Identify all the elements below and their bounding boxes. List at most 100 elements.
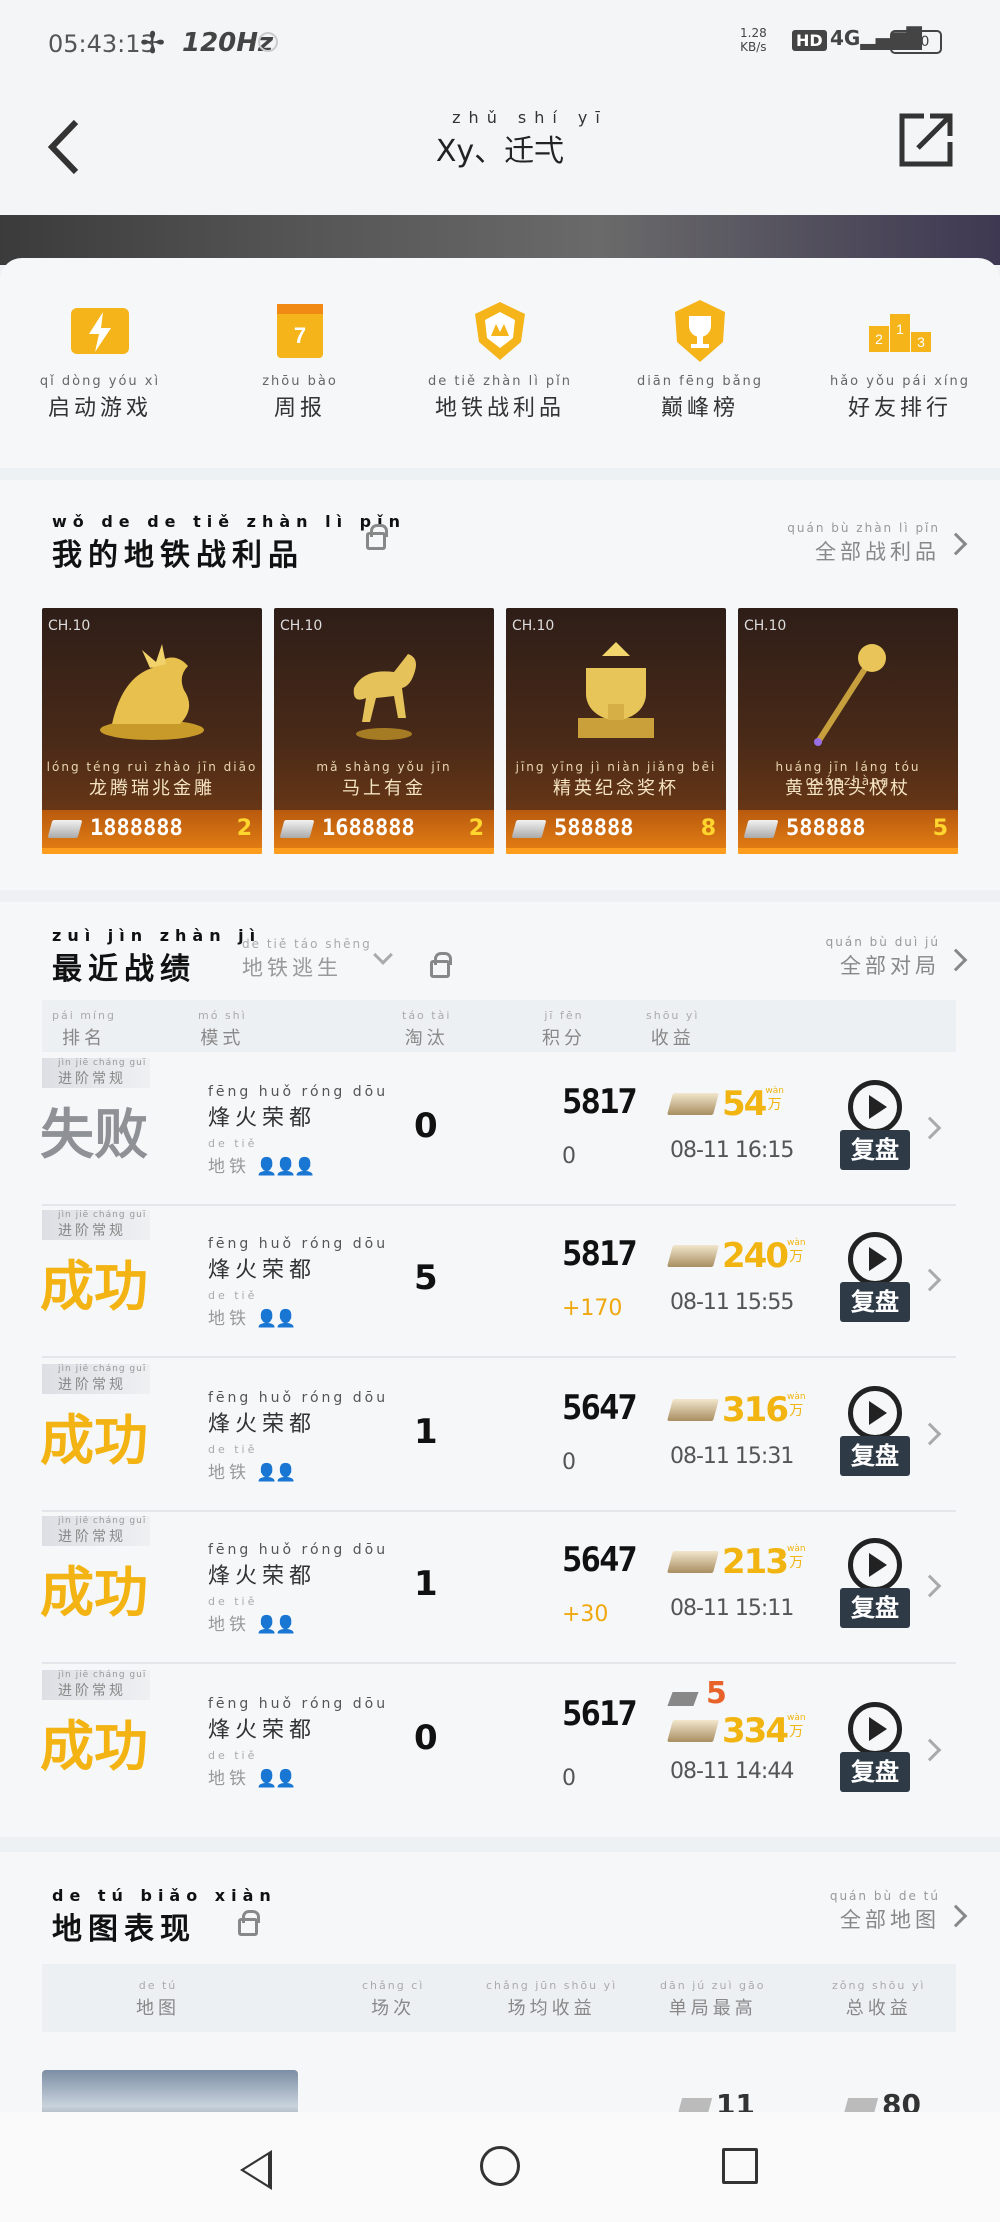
loot-price-bar: 588888 5 [738, 810, 958, 854]
replay-label: 复盘 [840, 1282, 910, 1322]
match-mode-name: 烽火荣都 [208, 1718, 317, 1743]
loot-price: 1888888 [90, 816, 183, 841]
chevron-right-icon[interactable] [944, 532, 968, 556]
match-submode-label: 地铁 [208, 1769, 250, 1789]
quick-actions: qǐ dòng yóu xì 启动游戏 7 zhōu bào 周报 de tiě zhàn… [0, 258, 1000, 468]
replay-button[interactable]: 复盘 [840, 1538, 912, 1634]
earnings-unit-label: 万 [789, 1555, 804, 1571]
loot-name: 精英纪念奖杯 [553, 778, 679, 799]
match-row[interactable]: jìn jiē cháng guī 进阶常规 成功 fēng huǒ róng dōu… [40, 1512, 956, 1664]
match-tag: jìn jiē cháng guī 进阶常规 [42, 1364, 150, 1394]
svg-text:3: 3 [917, 334, 925, 350]
chevron-right-icon[interactable] [918, 1268, 942, 1292]
match-earnings: 316 wàn 万 08-11 15:31 [667, 1390, 806, 1469]
all-loot-link[interactable]: quán bù zhàn lì pǐn 全部战利品 [787, 520, 940, 566]
battery-icon: 100 [890, 30, 942, 54]
nav-home-icon[interactable] [480, 2146, 520, 2186]
chevron-down-icon[interactable] [373, 945, 393, 965]
match-eliminations: 0 [414, 1718, 438, 1758]
silver-ingot-icon [743, 820, 779, 838]
record-table-header: pái míng 排名 mó shì 模式 táo tài 淘汰 jī fēn 积分 shōu … [42, 1000, 956, 1052]
match-tag-label: 进阶常规 [58, 1071, 126, 1087]
earnings-unit-label: 万 [789, 1724, 804, 1740]
mode-filter[interactable]: de tiě táo shēng 地铁逃生 [242, 936, 372, 982]
match-eliminations: 0 [414, 1106, 438, 1146]
chevron-right-icon[interactable] [944, 948, 968, 972]
quick-action-pinyin: diān fēng bǎng [636, 374, 764, 389]
quick-action-podium[interactable]: 2 1 3 hǎo yǒu pái xíng 好友排行 [800, 298, 1000, 422]
all-maps-link[interactable]: quán bù de tú 全部地图 [830, 1888, 940, 1934]
earnings-line: 334 wàn 万 [667, 1711, 806, 1751]
earnings-unit: wàn 万 [787, 1711, 806, 1739]
quick-action-label: 好友排行 [847, 396, 952, 421]
match-earnings: 54 wàn 万 08-11 16:15 [667, 1084, 794, 1163]
loot-card[interactable]: CH.10 jīng yīng jì niàn jiǎng bēi 精英纪念奖杯 58… [506, 608, 726, 854]
replay-button[interactable]: 复盘 [840, 1702, 912, 1798]
loot-count: 2 [468, 816, 484, 841]
column-header-label: 收益 [650, 1028, 695, 1049]
chevron-right-icon[interactable] [918, 1574, 942, 1598]
play-icon [848, 1232, 902, 1286]
loot-card[interactable]: CH.10 huáng jīn láng tóu quánzhàng 黄金狼头权杖 5… [738, 608, 958, 854]
loot-price: 588888 [786, 816, 866, 841]
loot-card[interactable]: CH.10 lóng téng ruì zhào jīn diāo 龙腾瑞兆金雕 18… [42, 608, 262, 854]
replay-label: 复盘 [840, 1752, 910, 1792]
earnings-amount: 316 [722, 1390, 789, 1430]
match-row[interactable]: jìn jiē cháng guī 进阶常规 成功 fēng huǒ róng dōu… [40, 1206, 956, 1358]
share-icon[interactable] [896, 110, 956, 170]
silver-ingot-icon [47, 820, 83, 838]
all-matches-link[interactable]: quán bù duì jú 全部对局 [826, 934, 940, 980]
column-header-pinyin: jī fēn [544, 1009, 584, 1022]
match-result: 成功 [40, 1715, 148, 1778]
match-row[interactable]: jìn jiē cháng guī 进阶常规 成功 fēng huǒ róng dōu… [40, 1360, 956, 1512]
silver-ingot-icon [511, 820, 547, 838]
column-header: de tú 地图 [136, 1978, 180, 2020]
lock-icon[interactable] [430, 952, 452, 978]
loot-name: 龙腾瑞兆金雕 [89, 778, 215, 799]
replay-button[interactable]: 复盘 [840, 1232, 912, 1328]
chapter-label: CH.10 [280, 618, 323, 634]
replay-button[interactable]: 复盘 [840, 1386, 912, 1482]
match-eliminations: 1 [414, 1564, 438, 1604]
column-header-pinyin: táo tài [402, 1009, 452, 1022]
quick-action-lightning[interactable]: qǐ dòng yóu xì 启动游戏 [0, 298, 200, 422]
lightning-icon [65, 298, 135, 364]
earnings-line: 316 wàn 万 [667, 1390, 806, 1430]
match-submode: de tiě 地铁 👤👤👤 [208, 1136, 388, 1177]
earnings-line: 240 wàn 万 [667, 1236, 806, 1276]
earnings-unit-pinyin: wàn [786, 1713, 806, 1723]
loot-name-pinyin: lóng téng ruì zhào jīn diāo [46, 760, 258, 774]
quick-action-badge[interactable]: de tiě zhàn lì pǐn 地铁战利品 [400, 298, 600, 422]
replay-button[interactable]: 复盘 [840, 1080, 912, 1176]
lock-icon[interactable] [238, 1910, 260, 1936]
quick-action-trophy[interactable]: diān fēng bǎng 巅峰榜 [600, 298, 800, 422]
match-score: 5617 [562, 1694, 638, 1734]
match-row[interactable]: jìn jiē cháng guī 进阶常规 成功 fēng huǒ róng dōu… [40, 1666, 956, 1830]
match-row[interactable]: jìn jiē cháng guī 进阶常规 失败 fēng huǒ róng dōu… [40, 1054, 956, 1206]
nav-recents-icon[interactable] [722, 2148, 758, 2184]
match-mode-pinyin: fēng huǒ róng dōu [208, 1236, 389, 1252]
chevron-right-icon[interactable] [918, 1422, 942, 1446]
match-score: 5817 [562, 1234, 638, 1274]
earnings-unit-pinyin: wàn [765, 1086, 784, 1096]
chapter-label: CH.10 [744, 618, 787, 634]
quick-action-calendar[interactable]: 7 zhōu bào 周报 [200, 298, 400, 422]
match-tag-label: 进阶常规 [58, 1529, 126, 1545]
loot-card[interactable]: CH.10 mǎ shàng yǒu jīn 马上有金 1688888 2 [274, 608, 494, 854]
match-datetime: 08-11 16:15 [670, 1138, 794, 1163]
chevron-right-icon[interactable] [918, 1116, 942, 1140]
nav-back-icon[interactable] [240, 2150, 272, 2190]
team-size-icon: 👤👤👤 [256, 1157, 315, 1177]
loot-title: wǒ de de tiě zhàn lì pǐn 我的地铁战利品 [52, 512, 406, 574]
column-header-pinyin: shōu yì [646, 1009, 700, 1022]
match-datetime: 08-11 15:55 [670, 1290, 794, 1315]
match-submode-label: 地铁 [208, 1463, 250, 1483]
lock-icon[interactable] [366, 524, 388, 550]
chevron-right-icon[interactable] [918, 1738, 942, 1762]
chevron-right-icon[interactable] [944, 1904, 968, 1928]
match-mode: fēng huǒ róng dōu 烽火荣都 de tiě 地铁 👤👤 [208, 1696, 388, 1789]
match-mode-name: 烽火荣都 [208, 1258, 317, 1283]
svg-text:7: 7 [294, 323, 306, 348]
earnings-amount: 334 [722, 1711, 789, 1751]
match-extra-items: 5 [667, 1676, 806, 1711]
